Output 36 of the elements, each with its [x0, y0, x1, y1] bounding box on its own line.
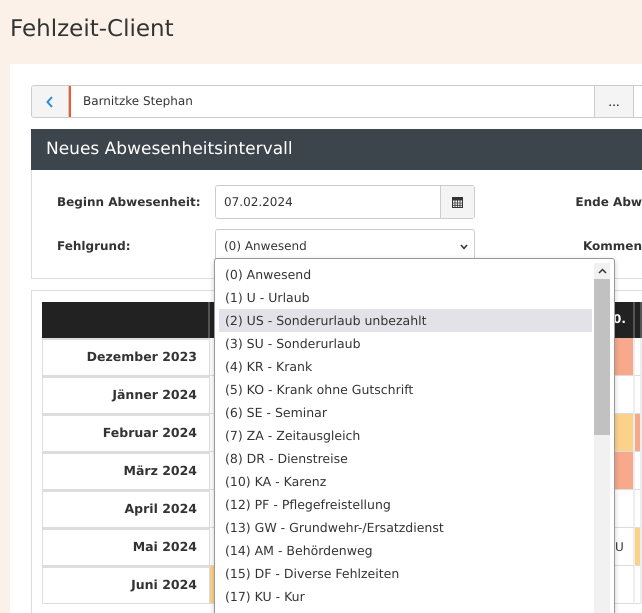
- select-value[interactable]: U: [615, 538, 624, 556]
- dropdown-option[interactable]: (8) DR - Dienstreise: [219, 447, 592, 470]
- dropdown-option[interactable]: (4) KR - Krank: [219, 355, 592, 378]
- dropdown-option[interactable]: (12) PF - Pflegefreistellung: [219, 493, 592, 516]
- dropdown-option[interactable]: (7) ZA - Zeitausgleich: [219, 424, 592, 447]
- field-label: Beginn Abwesenheit:: [56, 194, 202, 211]
- month-cell: März 2024: [42, 452, 210, 490]
- month-cell: Jänner 2024: [42, 376, 210, 414]
- chevron-left-icon: [46, 96, 54, 108]
- dropdown-option[interactable]: (3) SU - Sonderurlaub: [219, 332, 592, 355]
- field-label: Fehlgrund:: [56, 238, 132, 255]
- more-button[interactable]: ...: [594, 86, 634, 117]
- caret-icon: [460, 244, 468, 250]
- dropdown-option[interactable]: (2) US - Sonderurlaub unbezahlt: [219, 309, 592, 332]
- month-cell: Mai 2024: [42, 528, 210, 566]
- scrollbar[interactable]: [594, 263, 610, 613]
- month-cell: Februar 2024: [42, 414, 210, 452]
- month-cell: April 2024: [42, 490, 210, 528]
- dropdown-option[interactable]: (14) AM - Behördenweg: [219, 539, 592, 562]
- dropdown-option[interactable]: (15) DF - Diverse Fehlzeiten: [219, 562, 592, 585]
- dropdown-option[interactable]: (5) KO - Krank ohne Gutschrift: [219, 378, 592, 401]
- calendar-icon: [452, 196, 463, 208]
- dropdown-option[interactable]: (17) KU - Kur: [219, 585, 592, 608]
- month-cell: Dezember 2023: [42, 338, 210, 376]
- page-title: Fehlzeit-Client: [9, 15, 175, 44]
- dropdown-option[interactable]: (10) KA - Karenz: [219, 470, 592, 493]
- panel-title: Neues Abwesenheitsintervall: [31, 129, 642, 170]
- dropdown-option[interactable]: (1) U - Urlaub: [219, 286, 592, 309]
- field-label: Kommen: [582, 238, 642, 255]
- back-button[interactable]: [32, 86, 69, 117]
- date-field[interactable]: 07.02.2024: [215, 185, 475, 219]
- dropdown-option[interactable]: (13) GW - Grundwehr-/Ersatzdienst: [219, 516, 592, 539]
- chevron-up-icon[interactable]: [598, 268, 606, 274]
- field-label: Ende Abw: [575, 194, 642, 211]
- dropdown-option[interactable]: (0) Anwesend: [219, 263, 592, 286]
- dropdown-option[interactable]: (6) SE - Seminar: [219, 401, 592, 424]
